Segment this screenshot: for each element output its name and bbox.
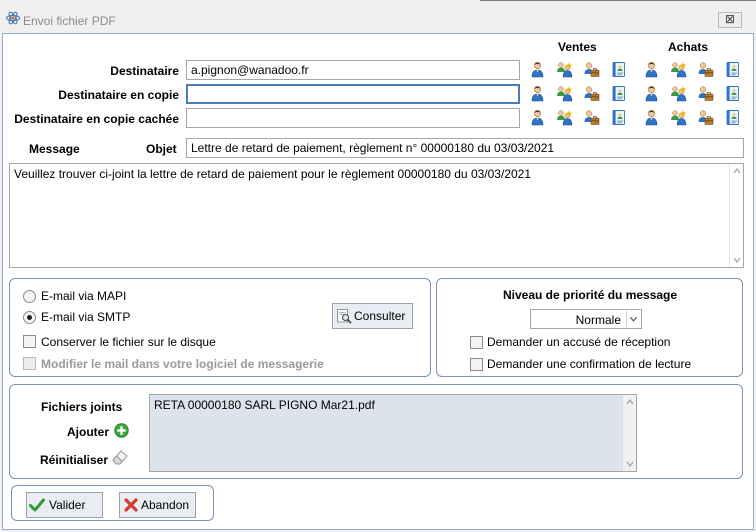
window-title: Envoi fichier PDF	[23, 14, 116, 28]
consult-button[interactable]: Consulter	[332, 303, 413, 329]
purchases-column-header: Achats	[668, 40, 709, 54]
contacts-group-icon[interactable]	[556, 85, 573, 102]
cancel-label: Abandon	[141, 498, 190, 512]
message-label: Message	[29, 142, 80, 156]
company-contacts-icon[interactable]	[697, 85, 714, 102]
attachments-label: Fichiers joints	[41, 400, 123, 414]
company-contacts-icon[interactable]	[583, 85, 600, 102]
cross-icon	[124, 498, 138, 512]
contacts-group-icon[interactable]	[670, 85, 687, 102]
attachment-item[interactable]: RETA 00000180 SARL PIGNO Mar21.pdf	[154, 398, 632, 412]
eraser-icon[interactable]	[111, 448, 129, 466]
contact-icon[interactable]	[643, 61, 660, 78]
contacts-group-icon[interactable]	[556, 61, 573, 78]
address-book-icon[interactable]	[610, 109, 627, 126]
attachments-scrollbar[interactable]	[622, 395, 636, 471]
close-button[interactable]: ⊠	[718, 12, 742, 28]
message-scrollbar[interactable]	[729, 164, 743, 267]
company-contacts-icon[interactable]	[697, 61, 714, 78]
message-body-text: Veuillez trouver ci-joint la lettre de r…	[14, 167, 532, 181]
contacts-group-icon[interactable]	[670, 61, 687, 78]
message-body-textarea[interactable]: Veuillez trouver ci-joint la lettre de r…	[9, 163, 744, 268]
smtp-radio[interactable]	[23, 311, 36, 324]
scroll-up-icon[interactable]	[625, 397, 635, 407]
read-confirm-label: Demander une confirmation de lecture	[487, 357, 692, 371]
edit-mail-checkbox[interactable]	[23, 357, 36, 370]
priority-group: Niveau de priorité du message Normale De…	[436, 278, 743, 377]
subject-label: Objet	[146, 142, 177, 156]
keep-file-label: Conserver le fichier sur le disque	[41, 335, 216, 349]
bcc-field[interactable]	[186, 108, 520, 128]
dialog-body: Ventes Achats Destinataire a.pignon@wana…	[2, 33, 754, 530]
company-contacts-icon[interactable]	[697, 109, 714, 126]
cc-field[interactable]	[186, 84, 520, 104]
address-book-icon[interactable]	[610, 85, 627, 102]
receipt-checkbox[interactable]	[470, 336, 483, 349]
keep-file-checkbox[interactable]	[23, 335, 36, 348]
scroll-down-icon[interactable]	[625, 459, 635, 469]
checkmark-icon	[29, 498, 45, 512]
contacts-group-icon[interactable]	[670, 109, 687, 126]
app-logo-icon	[5, 11, 21, 25]
address-book-icon[interactable]	[724, 61, 741, 78]
send-method-group: E-mail via MAPI E-mail via SMTP Conserve…	[9, 278, 431, 377]
scroll-down-icon[interactable]	[732, 255, 742, 265]
add-label: Ajouter	[67, 425, 109, 439]
reset-label: Réinitialiser	[40, 453, 109, 467]
smtp-label: E-mail via SMTP	[41, 310, 131, 324]
address-book-icon[interactable]	[724, 85, 741, 102]
title-bar: Envoi fichier PDF ⊠	[0, 0, 756, 32]
consult-label: Consulter	[354, 309, 406, 323]
scroll-up-icon[interactable]	[732, 166, 742, 176]
mapi-label: E-mail via MAPI	[41, 289, 127, 303]
sales-column-header: Ventes	[558, 40, 597, 54]
validate-button[interactable]: Valider	[26, 492, 103, 518]
window-edge	[480, 0, 756, 1]
chevron-down-icon[interactable]	[626, 311, 640, 327]
to-label: Destinataire	[110, 64, 179, 78]
address-book-icon[interactable]	[610, 61, 627, 78]
cc-label: Destinataire en copie	[58, 88, 179, 102]
priority-title: Niveau de priorité du message	[503, 288, 678, 302]
edit-mail-label: Modifier le mail dans votre logiciel de …	[41, 357, 324, 371]
to-field[interactable]: a.pignon@wanadoo.fr	[186, 60, 520, 80]
attachments-list[interactable]: RETA 00000180 SARL PIGNO Mar21.pdf	[149, 394, 637, 472]
address-book-icon[interactable]	[724, 109, 741, 126]
cancel-button[interactable]: Abandon	[119, 492, 196, 518]
subject-field[interactable]: Lettre de retard de paiement, règlement …	[186, 138, 744, 158]
contact-icon[interactable]	[529, 109, 546, 126]
contacts-group-icon[interactable]	[556, 109, 573, 126]
company-contacts-icon[interactable]	[583, 61, 600, 78]
contact-icon[interactable]	[529, 61, 546, 78]
priority-select[interactable]: Normale	[530, 309, 642, 329]
contact-icon[interactable]	[643, 109, 660, 126]
magnifier-document-icon	[337, 309, 352, 324]
receipt-label: Demander un accusé de réception	[487, 335, 671, 349]
actions-group: Valider Abandon	[11, 485, 214, 521]
contact-icon[interactable]	[643, 85, 660, 102]
close-icon: ⊠	[724, 12, 736, 26]
add-attachment-icon[interactable]	[114, 423, 129, 438]
mapi-radio[interactable]	[23, 290, 36, 303]
attachments-group: Fichiers joints Ajouter Réinitialiser RE…	[9, 384, 743, 479]
bcc-label: Destinataire en copie cachée	[14, 112, 179, 126]
validate-label: Valider	[49, 498, 86, 512]
company-contacts-icon[interactable]	[583, 109, 600, 126]
read-confirm-checkbox[interactable]	[470, 358, 483, 371]
contact-icon[interactable]	[529, 85, 546, 102]
priority-value: Normale	[575, 313, 621, 327]
